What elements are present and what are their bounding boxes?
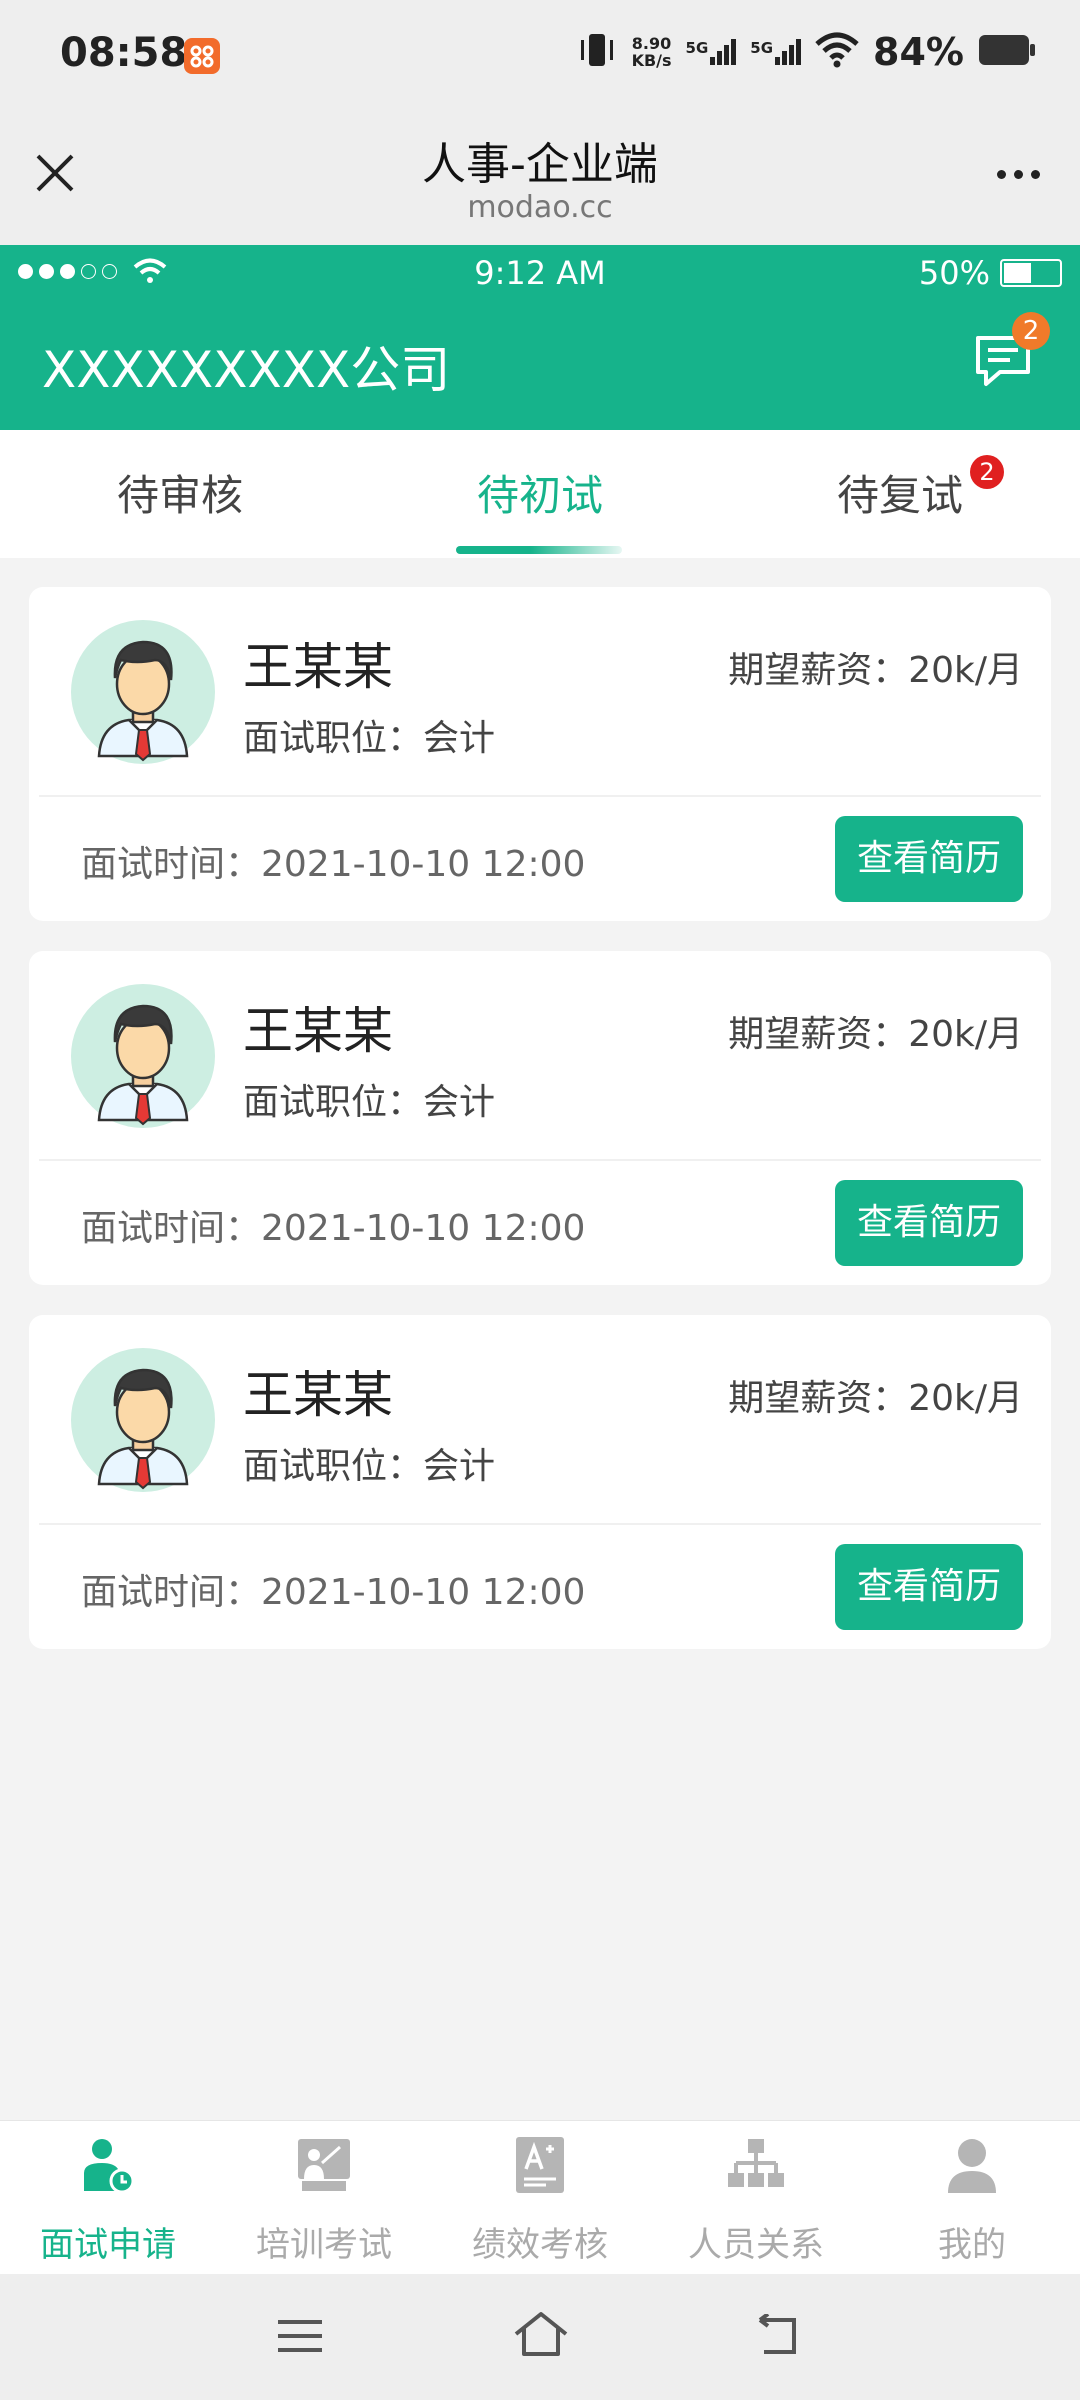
tab-badge: 2 [970, 455, 1004, 489]
browser-title: 人事-企业端 [422, 139, 658, 190]
nav-label: 我的 [938, 2225, 1006, 2265]
signal-5g-1-label: 5G [685, 39, 709, 57]
wifi-icon [815, 32, 859, 72]
nav-label: 面试申请 [40, 2225, 176, 2265]
candidate-card: 王某某 面试职位：会计 期望薪资：20k/月 面试时间：2021-10-10 1… [29, 951, 1051, 1285]
browser-url: modao.cc [467, 190, 613, 225]
nav-mine[interactable]: 我的 [864, 2121, 1080, 2275]
candidate-name: 王某某 [243, 1366, 393, 1424]
performance-icon [516, 2137, 564, 2193]
nav-label: 绩效考核 [472, 2225, 608, 2265]
bottom-nav: 面试申请 培训考试 绩效考核 人员关系 我的 [0, 2120, 1080, 2275]
view-resume-button[interactable]: 查看简历 [835, 1544, 1023, 1630]
interview-time: 面试时间：2021-10-10 12:00 [81, 1208, 586, 1249]
candidate-salary: 期望薪资：20k/月 [728, 1014, 1023, 1055]
interview-icon [84, 2139, 135, 2194]
card-divider [39, 1159, 1041, 1161]
system-nav-bar [0, 2274, 1080, 2400]
signal-5g-1-icon: 5G [686, 39, 737, 65]
org-chart-icon [728, 2139, 784, 2187]
training-icon [298, 2139, 350, 2191]
candidate-salary: 期望薪资：20k/月 [728, 1378, 1023, 1419]
interview-time: 面试时间：2021-10-10 12:00 [81, 1572, 586, 1613]
tab-pending-review[interactable]: 待审核 [0, 462, 360, 523]
interview-time: 面试时间：2021-10-10 12:00 [81, 844, 586, 885]
vibrate-icon [576, 30, 618, 74]
os-status-right: 8.90 KB/s 5G 5G 84% [576, 30, 1036, 74]
nav-training-exam[interactable]: 培训考试 [216, 2121, 432, 2275]
card-divider [39, 1523, 1041, 1525]
message-badge: 2 [1012, 312, 1050, 350]
nav-label: 培训考试 [256, 2225, 392, 2265]
nav-performance[interactable]: 绩效考核 [432, 2121, 648, 2275]
candidate-salary: 期望薪资：20k/月 [728, 650, 1023, 691]
card-divider [39, 795, 1041, 797]
back-icon[interactable] [754, 2312, 802, 2362]
network-speed-unit: KB/s [631, 51, 672, 70]
mock-battery-percent: 50% [918, 254, 990, 292]
candidate-name: 王某某 [243, 638, 393, 696]
avatar [71, 984, 215, 1128]
app-notification-icon [184, 38, 220, 74]
tab-second-interview[interactable]: 待复试 [720, 462, 1080, 523]
mock-battery: 50% [919, 254, 1062, 292]
menu-icon[interactable] [276, 2316, 324, 2360]
battery-icon [978, 33, 1036, 71]
view-resume-button[interactable]: 查看简历 [835, 816, 1023, 902]
signal-5g-2-label: 5G [750, 39, 774, 57]
view-resume-button[interactable]: 查看简历 [835, 1180, 1023, 1266]
candidate-position: 面试职位：会计 [243, 1446, 496, 1487]
candidate-name: 王某某 [243, 1002, 393, 1060]
mock-battery-icon [1000, 259, 1062, 287]
candidate-position: 面试职位：会计 [243, 1082, 496, 1123]
home-icon[interactable] [512, 2310, 570, 2362]
network-speed: 8.90 KB/s [632, 35, 672, 69]
more-options-icon[interactable] [997, 170, 1040, 179]
tab-first-interview[interactable]: 待初试 [360, 462, 720, 523]
signal-5g-2-icon: 5G [750, 39, 802, 65]
candidate-position: 面试职位：会计 [243, 718, 496, 759]
battery-percent: 84% [873, 30, 964, 74]
candidate-card: 王某某 面试职位：会计 期望薪资：20k/月 面试时间：2021-10-10 1… [29, 587, 1051, 921]
nav-personnel[interactable]: 人员关系 [648, 2121, 864, 2275]
avatar [71, 620, 215, 764]
tab-active-indicator [456, 546, 622, 554]
nav-label: 人员关系 [688, 2225, 824, 2265]
avatar [71, 1348, 215, 1492]
candidate-card: 王某某 面试职位：会计 期望薪资：20k/月 面试时间：2021-10-10 1… [29, 1315, 1051, 1649]
company-name: XXXXXXXXX公司 [42, 341, 451, 399]
nav-interview-apply[interactable]: 面试申请 [0, 2121, 216, 2275]
os-clock: 08:58 [60, 30, 188, 76]
profile-icon [948, 2139, 996, 2193]
